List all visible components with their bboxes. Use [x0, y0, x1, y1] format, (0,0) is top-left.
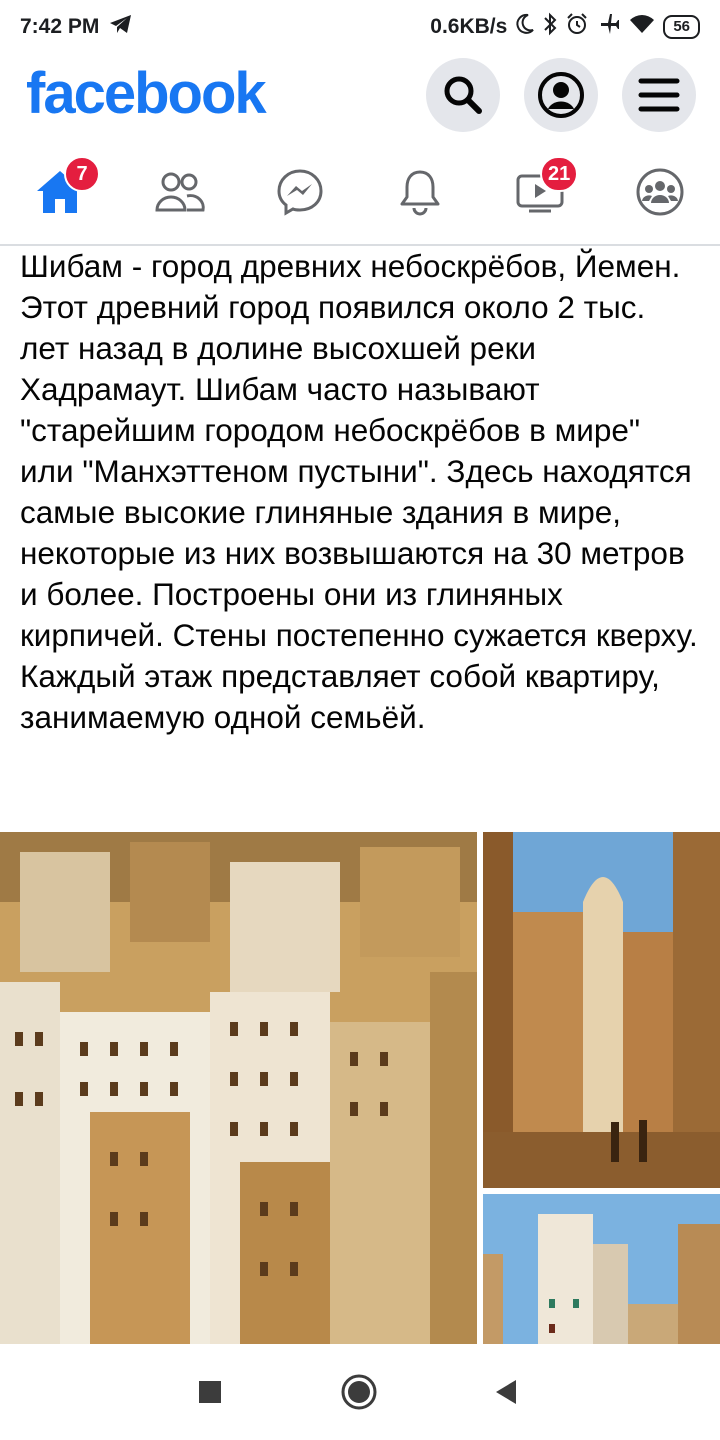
menu-icon	[638, 78, 680, 112]
street-mosque-photo[interactable]	[483, 832, 720, 1188]
tab-friends[interactable]	[120, 142, 240, 242]
groups-icon	[636, 168, 684, 216]
airplane-icon	[597, 12, 621, 42]
battery-icon: 56	[663, 15, 700, 39]
friends-icon	[155, 172, 205, 212]
facebook-logo[interactable]: facebook	[26, 60, 267, 127]
messenger-icon	[277, 169, 323, 216]
telegram-icon	[109, 13, 133, 41]
menu-button[interactable]	[622, 58, 696, 132]
moon-icon	[515, 13, 535, 41]
search-icon	[444, 76, 482, 114]
search-button[interactable]	[426, 58, 500, 132]
tower-sky-photo[interactable]	[483, 1194, 720, 1344]
back-triangle-icon[interactable]	[494, 1379, 518, 1405]
alarm-icon	[565, 12, 589, 42]
tab-messenger[interactable]	[240, 142, 360, 242]
status-time: 7:42 PM	[20, 15, 100, 38]
tab-notifications[interactable]	[360, 142, 480, 242]
post-text: Шибам - город древних небоскрёбов, Йемен…	[20, 248, 698, 735]
tab-groups[interactable]	[600, 142, 720, 242]
home-badge: 7	[64, 156, 100, 192]
watch-badge: 21	[540, 156, 579, 192]
post-photos	[0, 832, 720, 1344]
tab-watch[interactable]: 21	[480, 142, 600, 242]
bell-icon	[400, 170, 440, 216]
recents-square-icon[interactable]	[198, 1380, 222, 1404]
wifi-icon	[629, 13, 655, 41]
tab-bar: 7 21	[0, 142, 720, 246]
tab-home[interactable]: 7	[0, 142, 120, 242]
net-speed: 0.6KB/s	[430, 15, 508, 38]
profile-icon	[538, 72, 584, 118]
app-header: facebook	[0, 52, 720, 142]
profile-button[interactable]	[524, 58, 598, 132]
android-nav-bar	[0, 1344, 720, 1440]
bluetooth-icon	[543, 12, 557, 42]
status-bar: 7:42 PM 0.6KB/s 56	[0, 0, 720, 52]
home-circle-icon[interactable]	[341, 1374, 377, 1410]
city-skyline-photo[interactable]	[0, 832, 477, 1344]
